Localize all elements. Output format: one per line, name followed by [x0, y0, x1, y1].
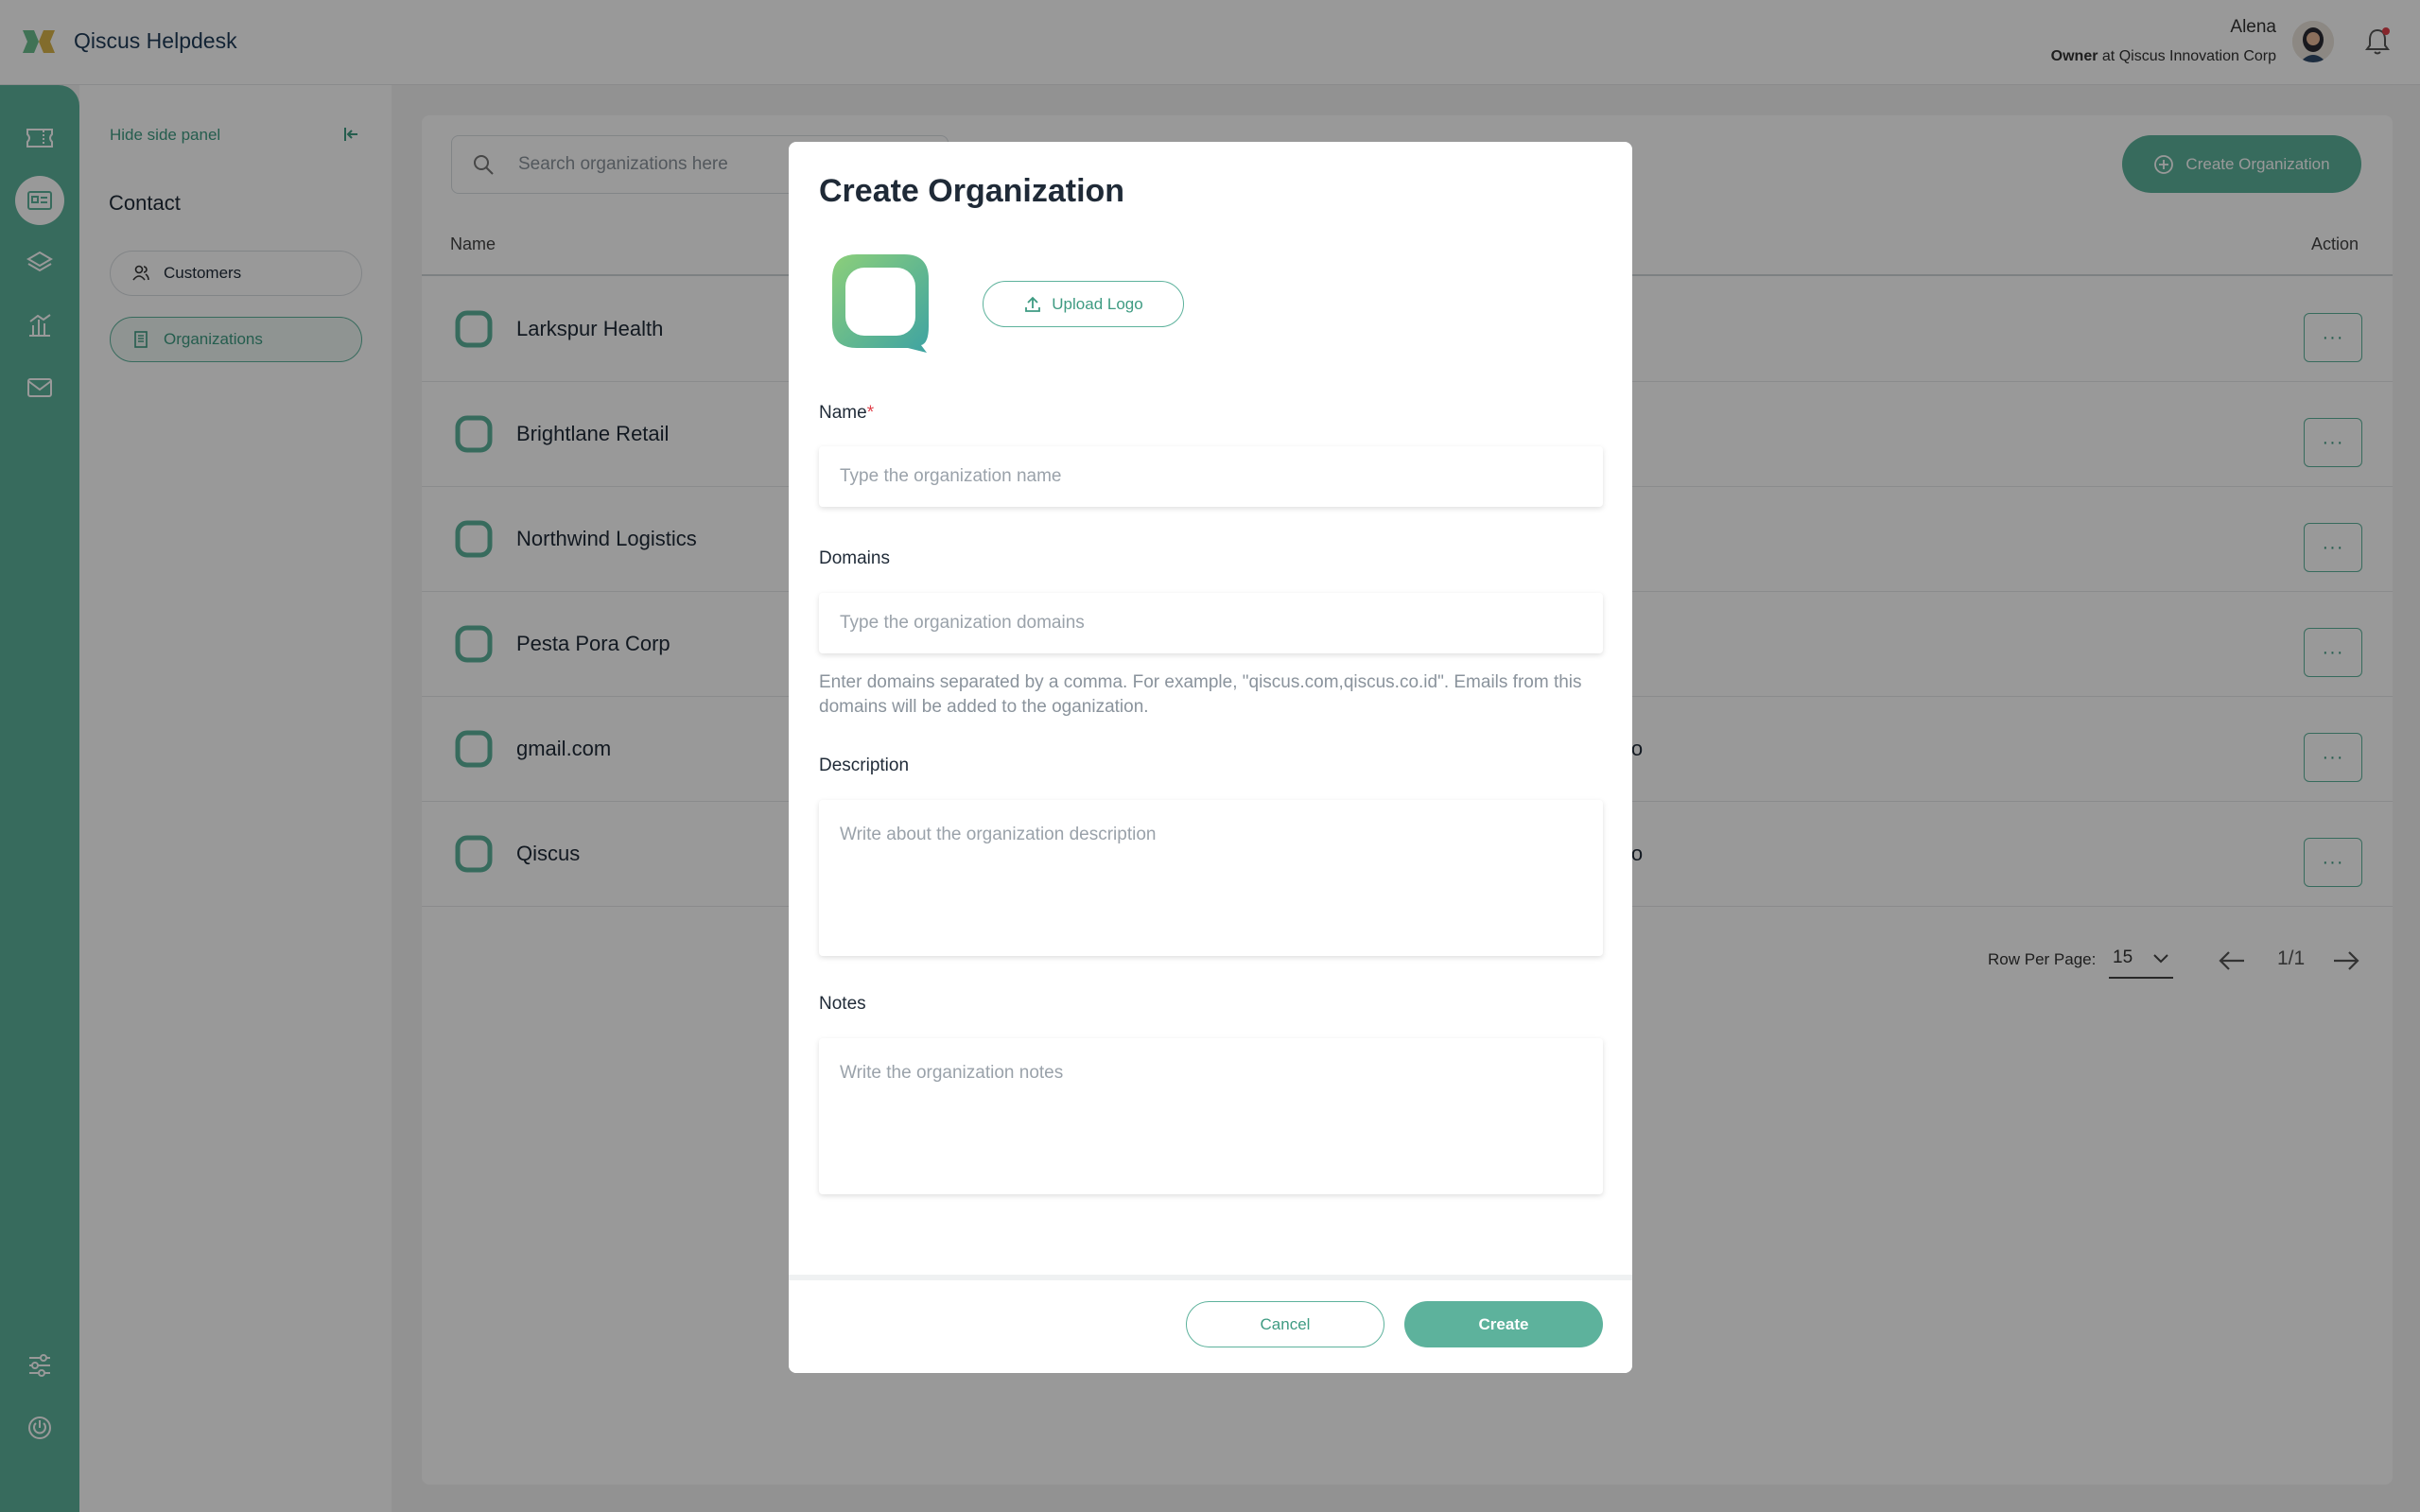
- notes-placeholder: Write the organization notes: [840, 1063, 1064, 1083]
- domains-help-text: Enter domains separated by a comma. For …: [819, 672, 1582, 717]
- description-label: Description: [819, 756, 910, 775]
- description-placeholder: Write about the organization description: [840, 825, 1157, 844]
- upload-logo-label: Upload Logo: [1052, 294, 1143, 313]
- organization-description-field[interactable]: Write about the organization description: [819, 800, 1603, 956]
- qiscus-logo-preview-icon: [832, 254, 929, 353]
- cancel-button[interactable]: Cancel: [1186, 1301, 1384, 1347]
- organization-notes-field[interactable]: Write the organization notes: [819, 1038, 1603, 1194]
- modal-footer: Cancel Create: [789, 1275, 1632, 1373]
- organization-name-field[interactable]: Type the organization name: [819, 446, 1603, 507]
- name-label: Name*: [819, 403, 874, 424]
- required-marker: *: [866, 403, 875, 423]
- domains-label: Domains: [819, 548, 890, 568]
- name-label-text: Name: [819, 403, 867, 423]
- domains-placeholder: Type the organization domains: [840, 613, 1085, 633]
- organization-domains-field[interactable]: Type the organization domains: [819, 593, 1603, 653]
- modal-title: Create Organization: [819, 173, 1125, 209]
- create-button[interactable]: Create: [1404, 1301, 1603, 1347]
- name-placeholder: Type the organization name: [840, 466, 1062, 486]
- upload-icon: [1025, 296, 1041, 312]
- upload-logo-button[interactable]: Upload Logo: [983, 281, 1184, 327]
- create-organization-modal: Create Organization Upload Logo Name* Ty…: [789, 142, 1632, 1373]
- notes-label: Notes: [819, 994, 866, 1014]
